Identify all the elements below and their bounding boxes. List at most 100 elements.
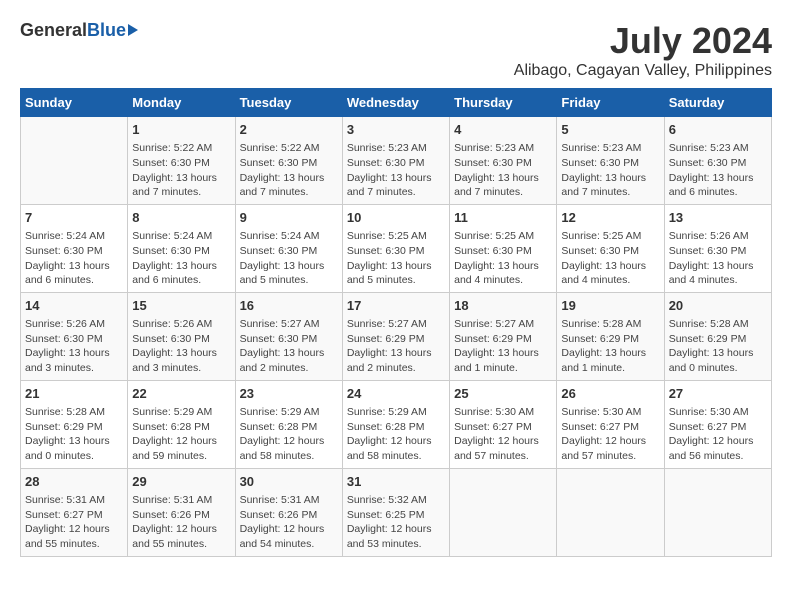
calendar-body: 1 Sunrise: 5:22 AMSunset: 6:30 PMDaylight… [21,117,772,557]
day-number: 19 [561,297,659,315]
calendar-header: SundayMondayTuesdayWednesdayThursdayFrid… [21,89,772,117]
day-info: Sunrise: 5:23 AMSunset: 6:30 PMDaylight:… [669,141,767,200]
day-number: 2 [240,121,338,139]
calendar-cell: 9Sunrise: 5:24 AMSunset: 6:30 PMDaylight… [235,204,342,292]
day-info: Sunrise: 5:25 AMSunset: 6:30 PMDaylight:… [561,229,659,288]
calendar-cell: 19 Sunrise: 5:28 AMSunset: 6:29 PMDayligh… [557,292,664,380]
calendar-cell: 15 Sunrise: 5:26 AMSunset: 6:30 PMDayligh… [128,292,235,380]
day-number: 27 [669,385,767,403]
calendar-cell: 13 Sunrise: 5:26 AMSunset: 6:30 PMDayligh… [664,204,771,292]
subtitle: Alibago, Cagayan Valley, Philippines [514,62,772,80]
header-cell-monday: Monday [128,89,235,117]
day-info: Sunrise: 5:26 AMSunset: 6:30 PMDaylight:… [669,229,767,288]
day-number: 21 [25,385,123,403]
calendar-table: SundayMondayTuesdayWednesdayThursdayFrid… [20,88,772,557]
day-info: Sunrise: 5:30 AMSunset: 6:27 PMDaylight:… [454,405,552,464]
calendar-cell: 12 Sunrise: 5:25 AMSunset: 6:30 PMDayligh… [557,204,664,292]
calendar-cell [21,117,128,205]
day-info: Sunrise: 5:27 AMSunset: 6:30 PMDaylight:… [240,317,338,376]
day-number: 31 [347,473,445,491]
header-cell-tuesday: Tuesday [235,89,342,117]
header-cell-thursday: Thursday [450,89,557,117]
week-row-1: 1 Sunrise: 5:22 AMSunset: 6:30 PMDaylight… [21,117,772,205]
day-number: 24 [347,385,445,403]
week-row-2: 7 Sunrise: 5:24 AMSunset: 6:30 PMDaylight… [21,204,772,292]
calendar-cell: 2 Sunrise: 5:22 AMSunset: 6:30 PMDaylight… [235,117,342,205]
day-number: 16 [240,297,338,315]
day-info: Sunrise: 5:29 AMSunset: 6:28 PMDaylight:… [347,405,445,464]
day-info: Sunrise: 5:25 AMSunset: 6:30 PMDaylight:… [347,229,445,288]
day-number: 23 [240,385,338,403]
day-info: Sunrise: 5:29 AMSunset: 6:28 PMDaylight:… [132,405,230,464]
day-info: Sunrise: 5:23 AMSunset: 6:30 PMDaylight:… [347,141,445,200]
calendar-cell: 24 Sunrise: 5:29 AMSunset: 6:28 PMDayligh… [342,380,449,468]
day-number: 25 [454,385,552,403]
week-row-4: 21 Sunrise: 5:28 AMSunset: 6:29 PMDayligh… [21,380,772,468]
calendar-cell: 5 Sunrise: 5:23 AMSunset: 6:30 PMDaylight… [557,117,664,205]
logo-general: General [20,20,87,41]
calendar-cell: 1 Sunrise: 5:22 AMSunset: 6:30 PMDaylight… [128,117,235,205]
calendar-cell: 11 Sunrise: 5:25 AMSunset: 6:30 PMDayligh… [450,204,557,292]
week-row-3: 14 Sunrise: 5:26 AMSunset: 6:30 PMDayligh… [21,292,772,380]
day-number: 4 [454,121,552,139]
day-number: 7 [25,209,123,227]
calendar-cell: 18Sunrise: 5:27 AMSunset: 6:29 PMDayligh… [450,292,557,380]
day-info: Sunrise: 5:27 AMSunset: 6:29 PMDaylight:… [454,317,552,376]
calendar-cell: 6Sunrise: 5:23 AMSunset: 6:30 PMDaylight… [664,117,771,205]
day-info: Sunrise: 5:32 AMSunset: 6:25 PMDaylight:… [347,493,445,552]
calendar-cell: 30Sunrise: 5:31 AMSunset: 6:26 PMDayligh… [235,468,342,556]
day-number: 11 [454,209,552,227]
day-number: 14 [25,297,123,315]
day-info: Sunrise: 5:30 AMSunset: 6:27 PMDaylight:… [561,405,659,464]
day-number: 28 [25,473,123,491]
week-row-5: 28 Sunrise: 5:31 AMSunset: 6:27 PMDayligh… [21,468,772,556]
logo-arrow-icon [128,24,138,36]
day-info: Sunrise: 5:22 AMSunset: 6:30 PMDaylight:… [132,141,230,200]
calendar-cell: 20Sunrise: 5:28 AMSunset: 6:29 PMDayligh… [664,292,771,380]
title-block: July 2024 Alibago, Cagayan Valley, Phili… [514,20,772,80]
day-number: 20 [669,297,767,315]
day-info: Sunrise: 5:28 AMSunset: 6:29 PMDaylight:… [25,405,123,464]
day-info: Sunrise: 5:30 AMSunset: 6:27 PMDaylight:… [669,405,767,464]
calendar-cell: 27 Sunrise: 5:30 AMSunset: 6:27 PMDayligh… [664,380,771,468]
calendar-cell: 4 Sunrise: 5:23 AMSunset: 6:30 PMDaylight… [450,117,557,205]
day-info: Sunrise: 5:29 AMSunset: 6:28 PMDaylight:… [240,405,338,464]
calendar-cell: 31 Sunrise: 5:32 AMSunset: 6:25 PMDayligh… [342,468,449,556]
day-number: 15 [132,297,230,315]
day-number: 30 [240,473,338,491]
calendar-cell [557,468,664,556]
day-info: Sunrise: 5:28 AMSunset: 6:29 PMDaylight:… [561,317,659,376]
calendar-cell: 14 Sunrise: 5:26 AMSunset: 6:30 PMDayligh… [21,292,128,380]
logo: General Blue [20,20,138,41]
day-info: Sunrise: 5:25 AMSunset: 6:30 PMDaylight:… [454,229,552,288]
calendar-cell: 29Sunrise: 5:31 AMSunset: 6:26 PMDayligh… [128,468,235,556]
day-info: Sunrise: 5:24 AMSunset: 6:30 PMDaylight:… [240,229,338,288]
day-number: 29 [132,473,230,491]
day-number: 5 [561,121,659,139]
day-info: Sunrise: 5:26 AMSunset: 6:30 PMDaylight:… [132,317,230,376]
day-info: Sunrise: 5:24 AMSunset: 6:30 PMDaylight:… [25,229,123,288]
day-info: Sunrise: 5:23 AMSunset: 6:30 PMDaylight:… [454,141,552,200]
calendar-cell [664,468,771,556]
calendar-cell: 16 Sunrise: 5:27 AMSunset: 6:30 PMDayligh… [235,292,342,380]
calendar-cell: 22 Sunrise: 5:29 AMSunset: 6:28 PMDayligh… [128,380,235,468]
header-cell-saturday: Saturday [664,89,771,117]
day-info: Sunrise: 5:22 AMSunset: 6:30 PMDaylight:… [240,141,338,200]
day-number: 10 [347,209,445,227]
calendar-cell: 28 Sunrise: 5:31 AMSunset: 6:27 PMDayligh… [21,468,128,556]
calendar-cell: 10 Sunrise: 5:25 AMSunset: 6:30 PMDayligh… [342,204,449,292]
day-number: 22 [132,385,230,403]
calendar-cell: 17Sunrise: 5:27 AMSunset: 6:29 PMDayligh… [342,292,449,380]
calendar-cell: 26Sunrise: 5:30 AMSunset: 6:27 PMDayligh… [557,380,664,468]
day-info: Sunrise: 5:31 AMSunset: 6:27 PMDaylight:… [25,493,123,552]
day-number: 8 [132,209,230,227]
day-info: Sunrise: 5:26 AMSunset: 6:30 PMDaylight:… [25,317,123,376]
main-title: July 2024 [514,20,772,62]
day-info: Sunrise: 5:23 AMSunset: 6:30 PMDaylight:… [561,141,659,200]
header-row: SundayMondayTuesdayWednesdayThursdayFrid… [21,89,772,117]
calendar-cell: 3Sunrise: 5:23 AMSunset: 6:30 PMDaylight… [342,117,449,205]
day-number: 13 [669,209,767,227]
day-number: 12 [561,209,659,227]
day-number: 1 [132,121,230,139]
logo-blue: Blue [87,20,126,41]
